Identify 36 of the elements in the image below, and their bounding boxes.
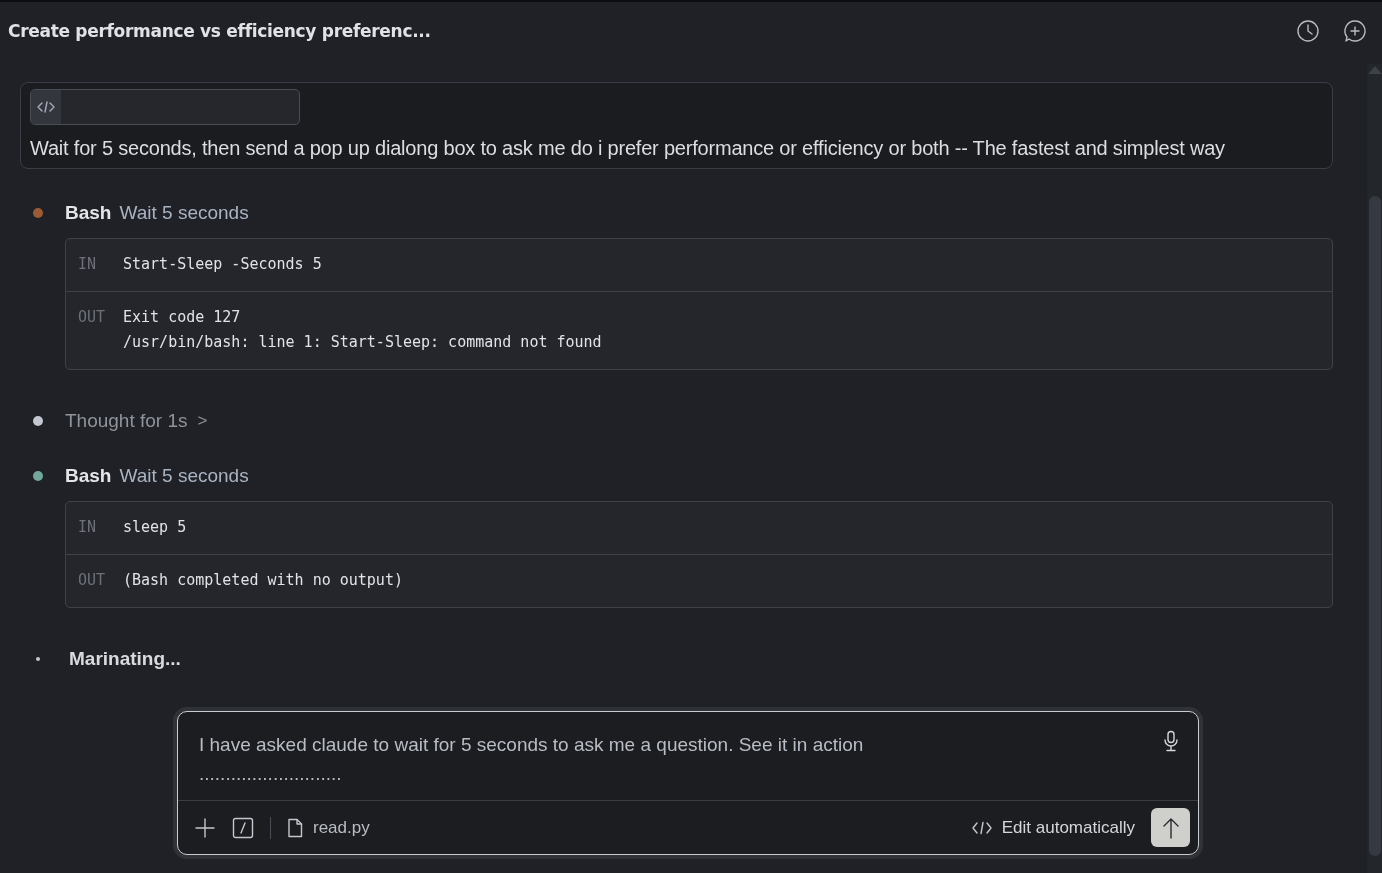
io-label: OUT	[78, 307, 107, 328]
code-icon	[37, 100, 55, 114]
tool-description: Wait 5 seconds	[119, 465, 249, 487]
thought-toggle[interactable]: Thought for 1s >	[65, 410, 208, 432]
tool-name: Bash	[65, 202, 112, 224]
io-label: IN	[78, 517, 98, 538]
mode-label: Edit automatically	[1001, 817, 1135, 838]
io-label: OUT	[78, 570, 107, 591]
microphone-icon[interactable]	[1162, 730, 1180, 752]
send-button[interactable]	[1151, 808, 1190, 847]
new-chat-icon[interactable]	[1342, 18, 1368, 44]
tool-description: Wait 5 seconds	[119, 202, 249, 224]
code-line: Exit code 127	[123, 307, 242, 328]
status-text: Marinating...	[69, 648, 181, 670]
chevron-icon: >	[197, 411, 208, 431]
tool-name: Bash	[65, 465, 112, 487]
mode-toggle[interactable]: Edit automatically	[971, 817, 1135, 838]
thought-label: Thought for 1s	[65, 410, 188, 432]
slash-command-icon[interactable]	[232, 816, 254, 839]
up-arrow-icon	[1161, 816, 1180, 839]
scrollbar[interactable]	[1367, 64, 1382, 873]
code-icon	[971, 820, 992, 835]
code-line: (Bash completed with no output)	[123, 570, 403, 591]
history-icon[interactable]	[1296, 19, 1320, 43]
plus-icon[interactable]	[194, 816, 216, 839]
io-label: IN	[78, 254, 98, 275]
prompt-text: Wait for 5 seconds, then send a pop up dialong box to ask me do i prefer performance or efficiency or both -- The fastest and simplest way	[30, 137, 1226, 160]
code-line: Start-Sleep -Seconds 5	[123, 254, 322, 275]
scroll-thumb[interactable]	[1369, 196, 1381, 856]
file-icon	[287, 817, 303, 838]
message-input[interactable]: I have asked claude to wait for 5 seconds to ask me a question. See it in action ...........................	[199, 730, 1162, 792]
code-line: /usr/bin/bash: line 1: Start-Sleep: command not found	[123, 332, 602, 353]
window-title: Create performance vs efficiency preferenc...	[8, 21, 431, 41]
file-chip[interactable]: read.py	[287, 817, 370, 838]
file-name: read.py	[313, 817, 370, 838]
code-line: sleep 5	[123, 517, 187, 538]
